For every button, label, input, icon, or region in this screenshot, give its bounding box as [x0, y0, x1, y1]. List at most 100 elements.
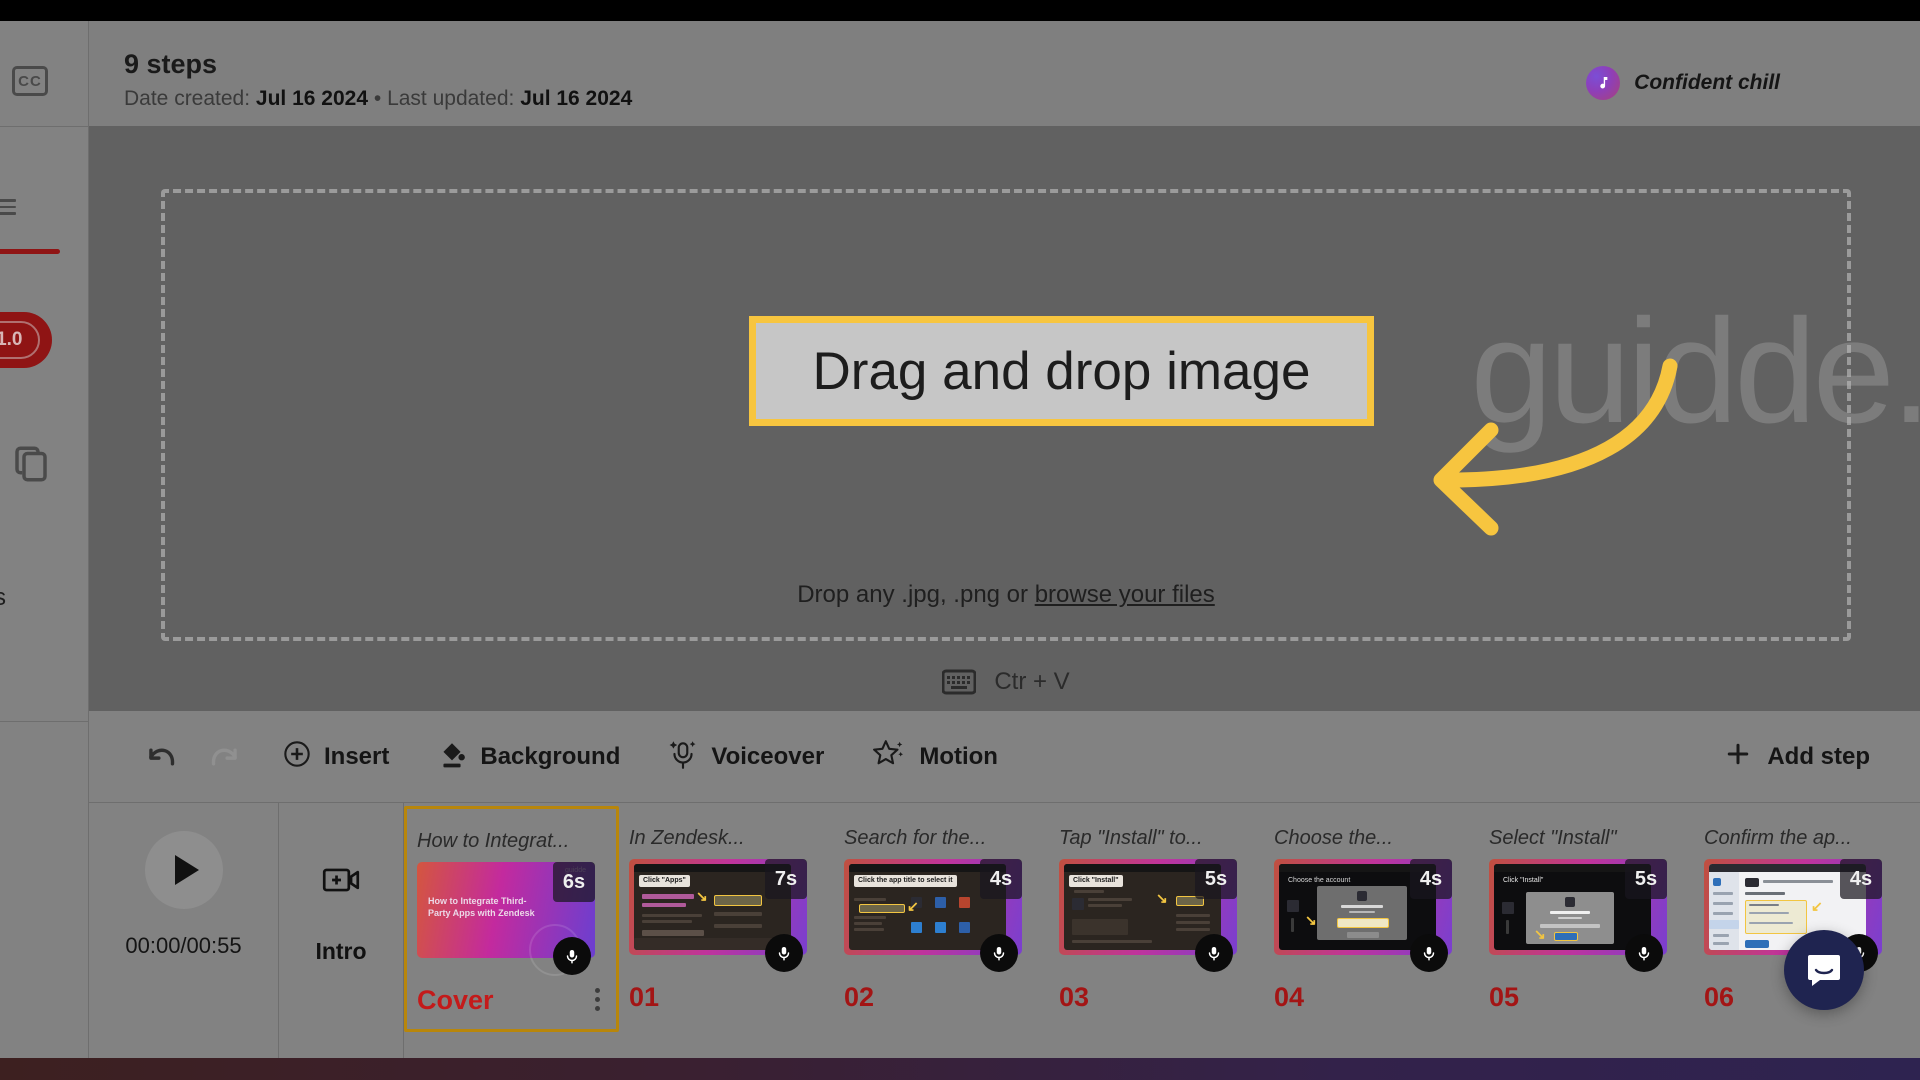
- redo-button[interactable]: [193, 727, 259, 787]
- step-caption: Select "Install": [1489, 827, 1617, 849]
- paste-hint: Ctr + V: [165, 668, 1847, 696]
- add-video-icon: [322, 865, 360, 900]
- rail-divider-2: [0, 721, 89, 722]
- step-duration: 7s: [765, 859, 807, 899]
- voiceover-badge-icon[interactable]: [1410, 934, 1448, 972]
- voiceover-badge-icon[interactable]: [553, 937, 591, 975]
- add-step-label: Add step: [1767, 742, 1870, 770]
- step-duration: 4s: [1840, 859, 1882, 899]
- step-duration: 5s: [1625, 859, 1667, 899]
- intro-label: Intro: [315, 938, 367, 964]
- app-root: CC x1.0 s 9 steps Date created: Jul 16 2…: [0, 0, 1920, 1080]
- voiceover-badge-icon[interactable]: [765, 934, 803, 972]
- motion-label: Motion: [919, 742, 998, 770]
- timeline-step-05[interactable]: Select "Install" Click "Install" ↘ 5s 05: [1479, 815, 1694, 1013]
- step-duration: 4s: [980, 859, 1022, 899]
- header: 9 steps Date created: Jul 16 2024 • Last…: [89, 21, 1920, 126]
- intro-slot[interactable]: Intro: [279, 803, 404, 1058]
- dropzone-subtitle: Drop any .jpg, .png or browse your files: [165, 581, 1847, 609]
- step-number: 05: [1489, 982, 1520, 1012]
- rail-divider: [0, 126, 89, 127]
- timeline-step-04[interactable]: Choose the... Choose the account ↘ 4s 04: [1264, 815, 1479, 1013]
- paste-hint-label: Ctr + V: [994, 668, 1070, 695]
- play-icon: [174, 855, 199, 885]
- star-sparkle-icon: [872, 738, 906, 775]
- cc-icon[interactable]: CC: [12, 66, 48, 96]
- microphone-sparkle-icon: [668, 738, 698, 775]
- step-caption: Choose the...: [1274, 827, 1393, 849]
- step-caption: Search for the...: [844, 827, 987, 849]
- step-thumbnail[interactable]: guidde How to Integrate Third-Party Apps…: [417, 862, 595, 976]
- step-number: 02: [844, 982, 875, 1012]
- progress-bar[interactable]: [0, 249, 60, 254]
- timeline-player: 00:00/00:55: [89, 803, 279, 1058]
- step-number: 03: [1059, 982, 1090, 1012]
- voiceover-badge-icon[interactable]: [1195, 934, 1233, 972]
- timeline: 00:00/00:55 Intro How to Integrat... gui…: [89, 803, 1920, 1058]
- playback-speed-label: x1.0: [0, 321, 40, 359]
- editor-canvas: guidde. Drag and drop image Drop any .jp…: [89, 126, 1920, 711]
- timeline-step-03[interactable]: Tap "Install" to... Click "Install" ↘ 5s…: [1049, 815, 1264, 1013]
- step-duration: 5s: [1195, 859, 1237, 899]
- timeline-step-02[interactable]: Search for the... Click the app title to…: [834, 815, 1049, 1013]
- rail-partial-text: s: [0, 584, 6, 611]
- voiceover-button[interactable]: Voiceover: [644, 727, 848, 787]
- playback-speed-button[interactable]: x1.0: [0, 312, 52, 368]
- insert-label: Insert: [324, 742, 390, 770]
- window-bottom-bar: [0, 1058, 1920, 1080]
- menu-icon[interactable]: [0, 199, 16, 215]
- plus-icon: [1723, 739, 1753, 774]
- music-track-name: Confident chill: [1634, 71, 1780, 94]
- dropzone-title: Drag and drop image: [812, 341, 1311, 401]
- step-thumbnail[interactable]: Click the app title to select it ↙ 4s: [844, 859, 1022, 972]
- step-caption: How to Integrat...: [417, 830, 570, 852]
- cc-icon-label: CC: [18, 72, 42, 90]
- dropzone-title-highlight: Drag and drop image: [749, 316, 1374, 426]
- plus-circle-icon: [283, 740, 311, 773]
- timeline-step-cover[interactable]: How to Integrat... guidde How to Integra…: [404, 806, 619, 1032]
- step-duration: 4s: [1410, 859, 1452, 899]
- step-caption: Tap "Install" to...: [1059, 827, 1203, 849]
- music-track-button[interactable]: Confident chill: [1586, 66, 1780, 100]
- background-label: Background: [480, 742, 621, 770]
- step-thumbnail[interactable]: Choose the account ↘ 4s: [1274, 859, 1452, 972]
- window-top-bar: [0, 0, 1920, 21]
- step-callout: Click "Install": [1069, 875, 1123, 888]
- step-thumbnail[interactable]: Click "Apps" ↘ 7s: [629, 859, 807, 972]
- step-callout: Click the app title to select it: [854, 875, 957, 888]
- background-button[interactable]: Background: [413, 727, 644, 787]
- step-number: Cover: [417, 985, 494, 1015]
- chat-bubble-icon[interactable]: [1784, 930, 1864, 1010]
- left-rail: CC x1.0 s: [0, 21, 89, 1058]
- add-step-button[interactable]: Add step: [1723, 739, 1920, 774]
- step-thumbnail[interactable]: ↙ 4s: [1704, 859, 1882, 972]
- editor-toolbar: Insert Background Voiceover Motion Add s…: [89, 711, 1920, 803]
- step-thumbnail[interactable]: Click "Install" ↘ 5s: [1489, 859, 1667, 972]
- voiceover-badge-icon[interactable]: [980, 934, 1018, 972]
- voiceover-badge-icon[interactable]: [1625, 934, 1663, 972]
- step-thumbnail[interactable]: Click "Install" ↘ 5s: [1059, 859, 1237, 972]
- undo-button[interactable]: [127, 727, 193, 787]
- keyboard-icon: [941, 669, 977, 695]
- curved-arrow-icon: [1433, 358, 1678, 536]
- play-button[interactable]: [144, 831, 223, 909]
- step-more-menu-icon[interactable]: [595, 988, 600, 1015]
- copy-icon[interactable]: [10, 443, 52, 485]
- step-number: 04: [1274, 982, 1305, 1012]
- dropzone-subtitle-text: Drop any .jpg, .png or: [797, 581, 1035, 608]
- motion-button[interactable]: Motion: [848, 727, 1022, 787]
- music-note-icon: [1586, 66, 1621, 100]
- last-updated-value: Jul 16 2024: [520, 87, 633, 110]
- browse-files-link[interactable]: browse your files: [1035, 581, 1215, 608]
- step-callout: Click "Install": [1503, 877, 1544, 884]
- last-updated-label: Last updated:: [387, 87, 515, 110]
- step-caption: In Zendesk...: [629, 827, 745, 849]
- step-number: 01: [629, 982, 660, 1012]
- page-title: 9 steps: [124, 49, 218, 79]
- cover-title: How to Integrate Third-Party Apps with Z…: [428, 896, 535, 918]
- timeline-steps: How to Integrat... guidde How to Integra…: [404, 803, 1920, 1058]
- timeline-step-01[interactable]: In Zendesk... Click "Apps" ↘ 7s 01: [619, 815, 834, 1013]
- toolbar-left-group: Insert Background Voiceover Motion: [89, 727, 1022, 787]
- meta-separator: •: [373, 87, 382, 110]
- insert-button[interactable]: Insert: [259, 727, 413, 787]
